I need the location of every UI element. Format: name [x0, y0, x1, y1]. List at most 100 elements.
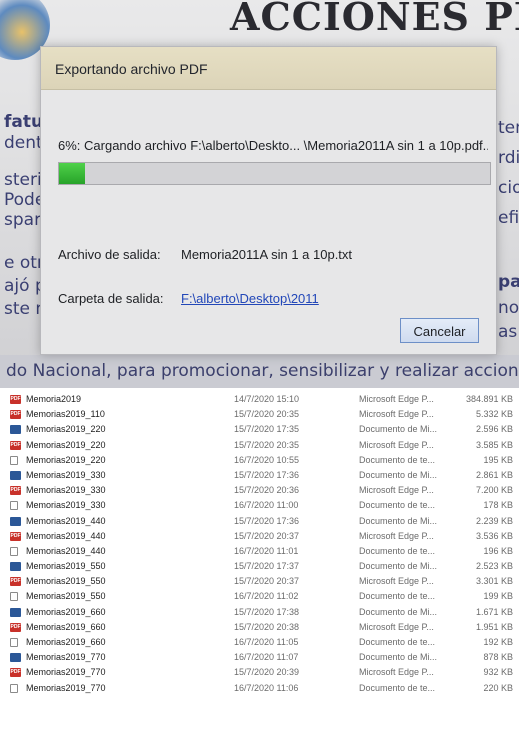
file-size: 192 KB [483, 637, 513, 647]
file-name: Memorias2019_440 [26, 515, 106, 526]
file-name: Memorias2019_440 [26, 545, 106, 556]
file-name: Memorias2019_770 [26, 667, 106, 678]
file-size: 384.891 KB [465, 394, 513, 404]
cancel-button[interactable]: Cancelar [400, 318, 479, 343]
text-file-icon [10, 683, 18, 693]
text-file-icon [10, 501, 18, 511]
file-date: 14/7/2020 15:10 [234, 394, 300, 404]
dialog-title: Exportando archivo PDF [55, 61, 208, 77]
file-type: Documento de te... [359, 545, 436, 556]
file-type: Documento de Mi... [359, 424, 438, 435]
file-size: 2.239 KB [475, 515, 513, 526]
file-date: 15/7/2020 20:37 [234, 576, 300, 587]
output-file-value: Memoria2011A sin 1 a 10p.txt [181, 247, 353, 262]
file-type: Microsoft Edge P... [359, 621, 434, 632]
file-type: Microsoft Edge P... [359, 394, 434, 404]
file-row[interactable]: Memorias2019_660 16/7/2020 11:05 Documento… [0, 635, 519, 650]
doc-fragment-right: as d [498, 322, 519, 342]
pdf-file-icon: PDF [10, 531, 21, 541]
file-size: 932 KB [483, 667, 513, 678]
file-date: 16/7/2020 11:02 [234, 591, 299, 602]
pdf-file-icon: PDF [10, 410, 21, 420]
file-date: 15/7/2020 20:35 [234, 409, 300, 420]
file-name: Memorias2019_660 [26, 606, 106, 617]
file-row[interactable]: Memorias2019_330 16/7/2020 11:00 Documento… [0, 498, 519, 513]
file-type: Microsoft Edge P... [359, 409, 434, 420]
file-name: Memorias2019_220 [26, 424, 106, 435]
file-size: 2.523 KB [475, 561, 513, 572]
file-name: Memorias2019_550 [26, 576, 106, 587]
file-size: 3.536 KB [475, 530, 513, 541]
doc-bottom-line: do Nacional, para promocionar, sensibili… [0, 355, 519, 388]
file-type: Documento de te... [359, 500, 436, 511]
dialog-titlebar[interactable]: Exportando archivo PDF [41, 47, 496, 90]
file-date: 15/7/2020 17:36 [234, 469, 300, 480]
word-document-icon [10, 470, 21, 480]
doc-fragment-left: dent [4, 133, 43, 153]
file-row[interactable]: Memorias2019_660 15/7/2020 17:38 Documento… [0, 605, 519, 620]
file-row[interactable]: Memorias2019_770 16/7/2020 11:07 Documento… [0, 650, 519, 665]
output-folder-label: Carpeta de salida: [58, 291, 164, 306]
file-type: Documento de Mi... [359, 652, 438, 663]
file-row[interactable]: PDF Memorias2019_660 15/7/2020 20:38 Micros… [0, 620, 519, 635]
file-date: 16/7/2020 11:01 [234, 545, 299, 556]
file-size: 195 KB [483, 454, 513, 465]
word-document-icon [10, 653, 21, 663]
file-row[interactable]: Memorias2019_440 15/7/2020 17:36 Documento… [0, 514, 519, 529]
file-size: 178 KB [483, 500, 513, 511]
file-name: Memorias2019_330 [26, 485, 106, 496]
file-row[interactable]: PDF Memorias2019_330 15/7/2020 20:36 Micros… [0, 483, 519, 498]
file-date: 15/7/2020 17:38 [234, 606, 300, 617]
file-row[interactable]: Memorias2019_220 16/7/2020 10:55 Documento… [0, 453, 519, 468]
file-type: Documento de te... [359, 591, 436, 602]
file-name: Memorias2019_220 [26, 439, 106, 450]
file-date: 15/7/2020 17:36 [234, 515, 300, 526]
file-name: Memorias2019_330 [26, 469, 106, 480]
file-size: 1.671 KB [475, 606, 513, 617]
file-name: Memorias2019_330 [26, 500, 106, 511]
file-type: Documento de Mi... [359, 515, 438, 526]
word-document-icon [10, 516, 21, 526]
file-size: 3.301 KB [475, 576, 513, 587]
doc-fragment-right: rdi [498, 148, 519, 168]
export-pdf-dialog: Exportando archivo PDF 6%: Cargando arch… [40, 46, 497, 355]
file-row[interactable]: PDF Memorias2019_220 15/7/2020 20:35 Micros… [0, 438, 519, 453]
file-row[interactable]: PDF Memorias2019_110 15/7/2020 20:35 Micros… [0, 407, 519, 422]
file-row[interactable]: Memorias2019_440 16/7/2020 11:01 Documento… [0, 544, 519, 559]
file-type: Microsoft Edge P... [359, 439, 434, 450]
file-row[interactable]: Memorias2019_550 15/7/2020 17:37 Documento… [0, 559, 519, 574]
doc-fragment-right: ten [498, 118, 519, 138]
file-date: 16/7/2020 11:07 [234, 652, 299, 663]
file-row[interactable]: Memorias2019_220 15/7/2020 17:35 Documento… [0, 422, 519, 437]
file-name: Memorias2019_550 [26, 561, 106, 572]
file-size: 220 KB [483, 682, 513, 693]
word-document-icon [10, 607, 21, 617]
file-row[interactable]: Memorias2019_330 15/7/2020 17:36 Documento… [0, 468, 519, 483]
file-row[interactable]: PDF Memoria2019 14/7/2020 15:10 Microsoft E… [0, 392, 519, 407]
file-date: 15/7/2020 20:39 [234, 667, 300, 678]
word-document-icon [10, 425, 21, 435]
output-folder-link[interactable]: F:\alberto\Desktop\2011 [181, 291, 319, 306]
file-type: Documento de Mi... [359, 606, 438, 617]
file-name: Memorias2019_660 [26, 621, 106, 632]
progress-fill [59, 163, 85, 184]
file-type: Microsoft Edge P... [359, 667, 434, 678]
file-date: 15/7/2020 20:37 [234, 530, 300, 541]
file-row[interactable]: PDF Memorias2019_770 15/7/2020 20:39 Micros… [0, 665, 519, 680]
file-size: 3.585 KB [475, 439, 513, 450]
output-file-label: Archivo de salida: [58, 247, 161, 262]
file-row[interactable]: Memorias2019_770 16/7/2020 11:06 Documento… [0, 681, 519, 696]
file-name: Memorias2019_770 [26, 652, 106, 663]
file-name: Memorias2019_550 [26, 591, 106, 602]
file-row[interactable]: Memorias2019_550 16/7/2020 11:02 Documento… [0, 589, 519, 604]
file-date: 16/7/2020 10:55 [234, 454, 300, 465]
progress-status-text: 6%: Cargando archivo F:\alberto\Deskto..… [58, 138, 488, 153]
file-row[interactable]: PDF Memorias2019_440 15/7/2020 20:37 Micros… [0, 529, 519, 544]
file-type: Documento de te... [359, 637, 436, 647]
file-type: Microsoft Edge P... [359, 485, 434, 496]
file-date: 15/7/2020 20:36 [234, 485, 300, 496]
file-name: Memorias2019_440 [26, 530, 106, 541]
file-row[interactable]: PDF Memorias2019_550 15/7/2020 20:37 Micros… [0, 574, 519, 589]
doc-fragment-right: par [498, 272, 519, 292]
file-type: Microsoft Edge P... [359, 576, 434, 587]
